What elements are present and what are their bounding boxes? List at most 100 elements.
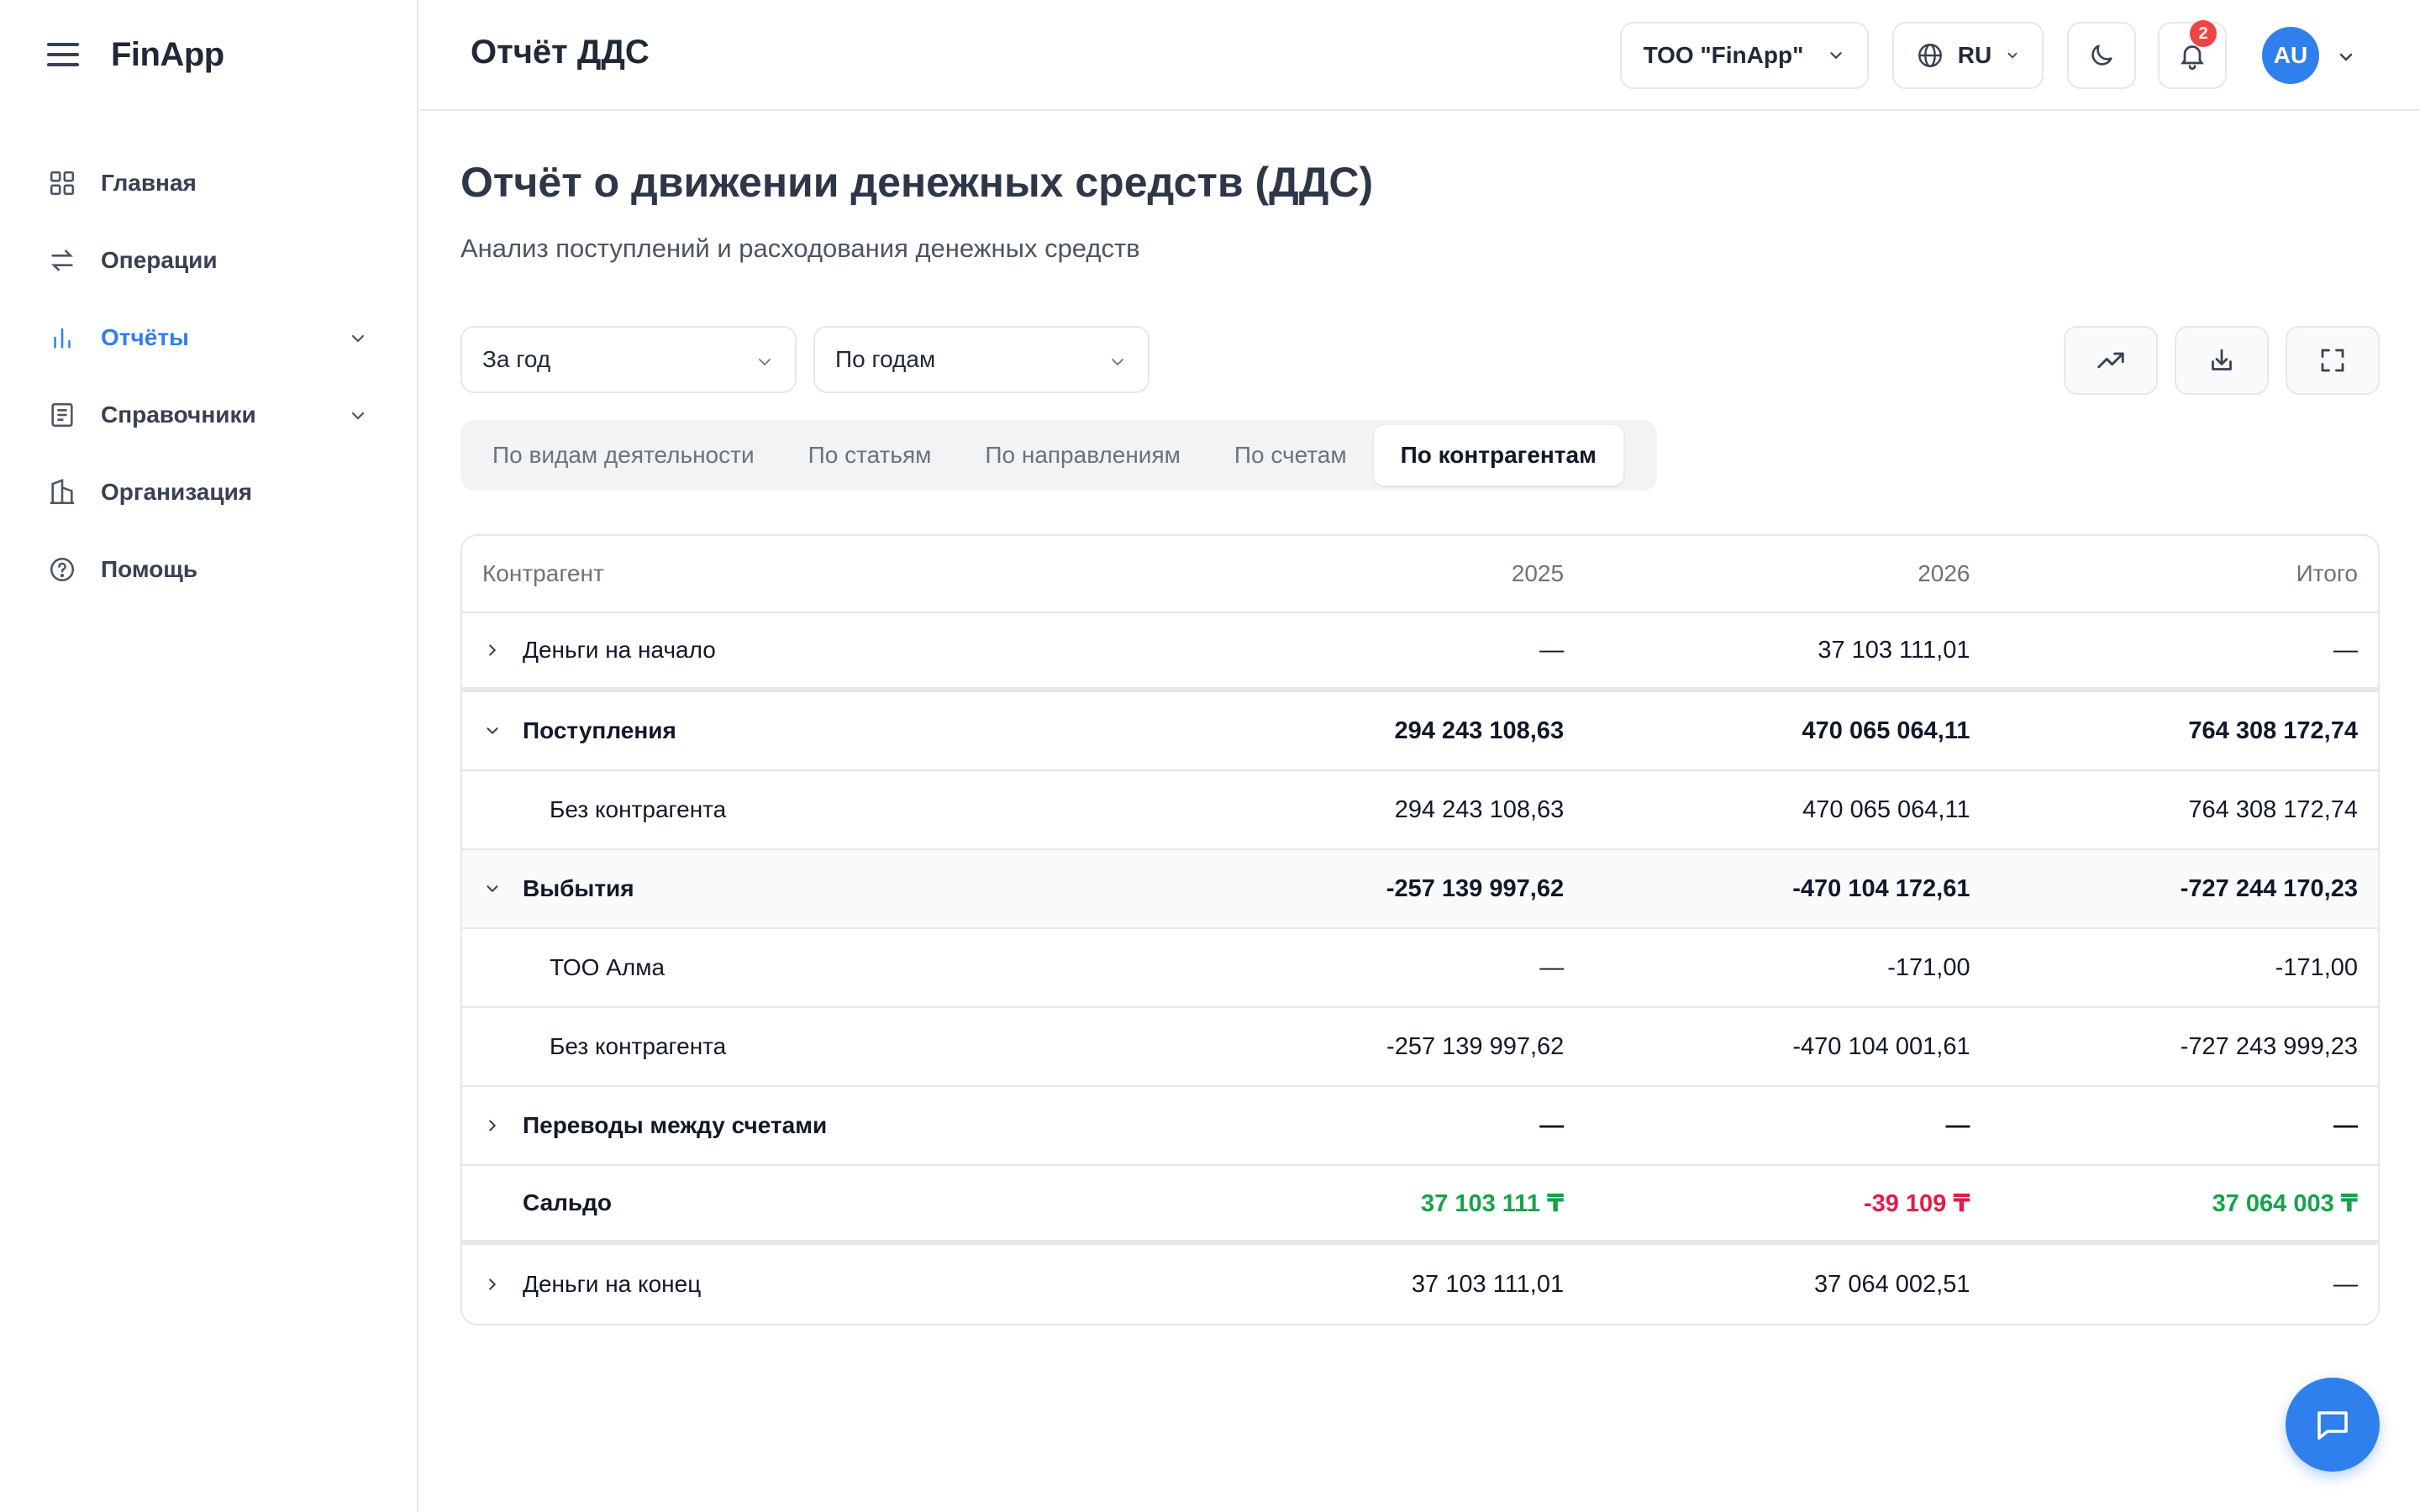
- sidebar-item-help[interactable]: Помощь: [34, 531, 385, 608]
- cell-2026: -39 109 ₸: [1863, 1189, 1970, 1217]
- table-row-expenses[interactable]: Выбытия -257 139 997,62 -470 104 172,61 …: [462, 850, 2378, 929]
- cell-2025: -257 139 997,62: [1386, 874, 1565, 902]
- cell-2026: 470 065 064,11: [1802, 795, 1970, 823]
- cell-2026: 37 064 002,51: [1814, 1270, 1970, 1298]
- table-row-opening-balance[interactable]: Деньги на начало — 37 103 111,01 —: [462, 613, 2378, 692]
- table-row-income[interactable]: Поступления 294 243 108,63 470 065 064,1…: [462, 692, 2378, 771]
- sidebar-item-reports[interactable]: Отчёты: [34, 299, 385, 376]
- organization-name: ТОО "FinApp": [1643, 42, 1804, 68]
- tab-by-items[interactable]: По статьям: [781, 425, 959, 486]
- chevron-right-icon[interactable]: [482, 1116, 502, 1136]
- row-label: Без контрагента: [550, 796, 727, 822]
- bar-chart-icon: [47, 323, 77, 353]
- cell-2025: -257 139 997,62: [1386, 1032, 1565, 1060]
- notification-badge: 2: [2190, 20, 2217, 47]
- download-icon: [2207, 345, 2237, 375]
- row-name-cell: Деньги на конец: [462, 1271, 1158, 1298]
- chevron-down-icon[interactable]: [348, 328, 368, 354]
- cell-2026: 470 065 064,11: [1802, 717, 1970, 744]
- row-label: Без контрагента: [550, 1033, 727, 1059]
- cell-total: —: [2333, 636, 2358, 664]
- sidebar-item-label: Главная: [101, 170, 197, 196]
- row-label: Сальдо: [523, 1189, 613, 1215]
- chart-view-button[interactable]: [2064, 326, 2158, 395]
- sidebar-item-home[interactable]: Главная: [34, 144, 385, 222]
- moon-icon: [2087, 41, 2116, 70]
- cell-total: 764 308 172,74: [2188, 795, 2359, 823]
- top-header: Отчёт ДДС ТОО "FinApp" RU 2 AU: [420, 0, 2420, 111]
- row-name-cell: Выбытия: [462, 875, 1158, 902]
- chevron-right-icon[interactable]: [482, 640, 502, 660]
- chevron-down-icon[interactable]: [482, 721, 502, 741]
- row-label: Деньги на начало: [523, 637, 716, 663]
- cell-total: —: [2333, 1270, 2358, 1298]
- row-name-cell: ТОО Алма: [462, 954, 1158, 981]
- avatar[interactable]: AU: [2262, 27, 2319, 84]
- row-name-cell: Без контрагента: [462, 1033, 1158, 1060]
- fullscreen-button[interactable]: [2286, 326, 2380, 395]
- page-subtitle: Анализ поступлений и расходования денежн…: [460, 234, 1140, 263]
- chat-button[interactable]: [2286, 1378, 2380, 1472]
- row-label: Переводы между счетами: [523, 1112, 828, 1138]
- help-circle-icon: [47, 554, 77, 585]
- cell-2026: 37 103 111,01: [1818, 636, 1970, 664]
- cell-2025: 294 243 108,63: [1394, 717, 1565, 744]
- chevron-right-icon[interactable]: [482, 1274, 502, 1294]
- page-title: Отчёт о движении денежных средств (ДДС): [460, 159, 1374, 206]
- period-select[interactable]: За год: [460, 326, 797, 393]
- organization-selector[interactable]: ТОО "FinApp": [1620, 22, 1869, 89]
- language-code: RU: [1957, 42, 1992, 68]
- menu-icon[interactable]: [47, 43, 79, 66]
- table-row[interactable]: ТОО Алма — -171,00 -171,00: [462, 929, 2378, 1008]
- language-selector[interactable]: RU: [1892, 22, 2044, 89]
- chevron-down-icon[interactable]: [348, 405, 368, 432]
- sidebar-item-label: Помощь: [101, 556, 198, 582]
- chevron-down-icon: [2005, 48, 2020, 63]
- chevron-down-icon[interactable]: [2336, 47, 2356, 71]
- chevron-down-icon: [755, 351, 775, 378]
- cell-total: -171,00: [2275, 953, 2359, 981]
- table-row-transfers[interactable]: Переводы между счетами — — —: [462, 1087, 2378, 1166]
- row-name-cell: Сальдо: [462, 1189, 1158, 1216]
- sidebar-item-organization[interactable]: Организация: [34, 454, 385, 531]
- table-row[interactable]: Без контрагента 294 243 108,63 470 065 0…: [462, 771, 2378, 850]
- sidebar-item-operations[interactable]: Операции: [34, 222, 385, 299]
- tab-by-counterparties[interactable]: По контрагентам: [1373, 425, 1623, 486]
- row-name-cell: Без контрагента: [462, 796, 1158, 823]
- sidebar-nav: Главная Операции Отчёты Справочники Орга…: [34, 144, 385, 608]
- arrows-swap-icon: [47, 245, 77, 276]
- table-row[interactable]: Без контрагента -257 139 997,62 -470 104…: [462, 1008, 2378, 1087]
- cell-2026: -171,00: [1887, 953, 1970, 981]
- chevron-down-icon: [1107, 351, 1128, 378]
- row-label: Выбытия: [523, 875, 634, 901]
- cell-total: —: [2333, 1111, 2358, 1139]
- export-button[interactable]: [2175, 326, 2269, 395]
- grouping-select[interactable]: По годам: [813, 326, 1150, 393]
- book-icon: [47, 400, 77, 430]
- trending-up-icon: [2095, 344, 2127, 376]
- cell-2025: 37 103 111,01: [1411, 1270, 1565, 1298]
- cash-flow-table: Контрагент 2025 2026 Итого Деньги на нач…: [460, 534, 2380, 1326]
- column-header-2025[interactable]: 2025: [1158, 560, 1564, 587]
- cell-2025: 37 103 111 ₸: [1421, 1189, 1565, 1217]
- sidebar-item-label: Организация: [101, 479, 253, 505]
- tab-by-directions[interactable]: По направлениям: [958, 425, 1207, 486]
- tab-by-activity[interactable]: По видам деятельности: [466, 425, 781, 486]
- table-row-closing-balance[interactable]: Деньги на конец 37 103 111,01 37 064 002…: [462, 1245, 2378, 1324]
- row-name-cell: Переводы между счетами: [462, 1112, 1158, 1139]
- sidebar: FinApp Главная Операции Отчёты Справочни…: [0, 0, 418, 1512]
- table-header-row: Контрагент 2025 2026 Итого: [462, 536, 2378, 613]
- sidebar-item-directories[interactable]: Справочники: [34, 376, 385, 454]
- cell-total: -727 244 170,23: [2180, 874, 2358, 902]
- tab-by-accounts[interactable]: По счетам: [1207, 425, 1374, 486]
- column-header-counterparty[interactable]: Контрагент: [462, 560, 1158, 587]
- column-header-total[interactable]: Итого: [1970, 560, 2378, 587]
- theme-toggle-button[interactable]: [2067, 22, 2136, 89]
- notifications-button[interactable]: 2: [2158, 20, 2227, 89]
- report-tabs: По видам деятельности По статьям По напр…: [460, 420, 1657, 491]
- column-header-2026[interactable]: 2026: [1564, 560, 1970, 587]
- row-name-cell: Поступления: [462, 717, 1158, 744]
- header-title: Отчёт ДДС: [471, 34, 650, 71]
- cell-2025: 294 243 108,63: [1394, 795, 1565, 823]
- chevron-down-icon[interactable]: [482, 879, 502, 899]
